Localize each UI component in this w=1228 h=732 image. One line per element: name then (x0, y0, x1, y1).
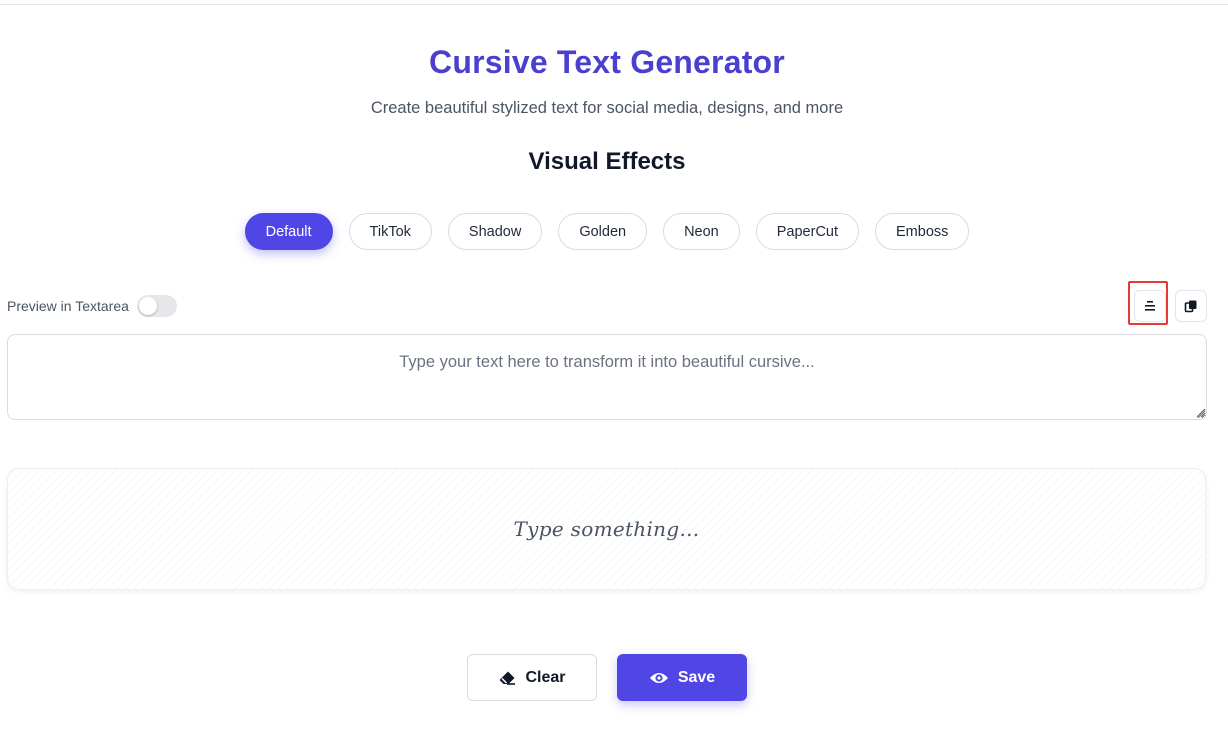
effects-heading: Visual Effects (528, 148, 686, 175)
save-button-label: Save (677, 668, 716, 686)
toggle-knob (138, 297, 157, 315)
text-input[interactable] (7, 334, 1207, 420)
page-title: Cursive Text Generator (429, 44, 785, 80)
clear-button-label: Clear (525, 668, 566, 686)
eye-icon (649, 671, 669, 685)
copy-icon (1184, 299, 1198, 313)
action-bar: Clear Save (0, 654, 1214, 701)
effect-shadow-button[interactable]: Shadow (447, 213, 543, 250)
preview-toggle-label: Preview in Textarea (7, 298, 129, 314)
align-center-icon (1143, 299, 1157, 313)
effects-pill-group: Default TikTok Shadow Golden Neon PaperC… (0, 213, 1214, 250)
preview-toggle-row: Preview in Textarea (7, 294, 177, 318)
save-button[interactable]: Save (617, 654, 747, 701)
effect-default-button[interactable]: Default (244, 213, 333, 250)
effect-emboss-button[interactable]: Emboss (875, 213, 970, 250)
effect-papercut-button[interactable]: PaperCut (755, 213, 860, 250)
copy-button[interactable] (1175, 290, 1207, 322)
preview-toggle-switch[interactable] (136, 295, 177, 317)
align-center-button[interactable] (1134, 290, 1166, 322)
preview-text: Type something... (513, 517, 700, 541)
clear-button[interactable]: Clear (467, 654, 597, 701)
page-subtitle: Create beautiful stylized text for socia… (370, 99, 844, 117)
preview-panel: Type something... (7, 468, 1206, 590)
effect-tiktok-button[interactable]: TikTok (348, 213, 432, 250)
effect-neon-button[interactable]: Neon (663, 213, 740, 250)
top-divider (0, 4, 1228, 5)
effect-golden-button[interactable]: Golden (558, 213, 648, 250)
eraser-icon (498, 670, 516, 686)
